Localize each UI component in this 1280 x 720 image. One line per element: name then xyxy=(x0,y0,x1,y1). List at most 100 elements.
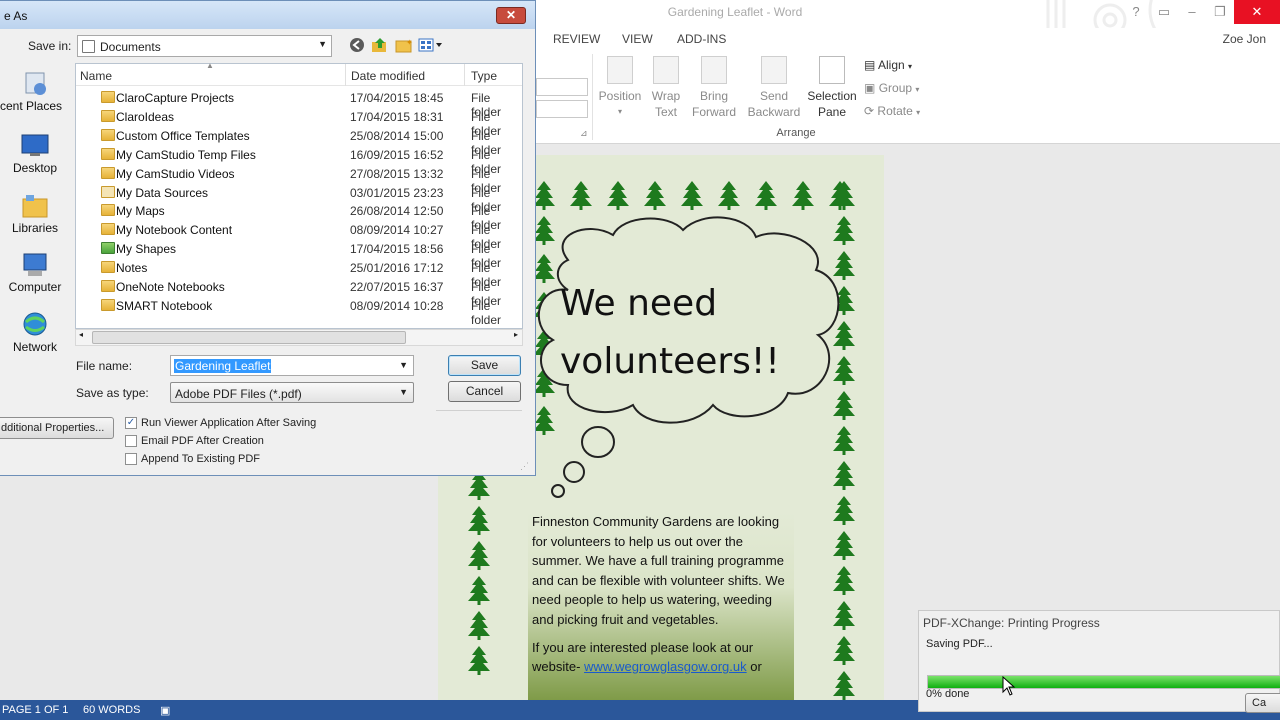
progress-bar xyxy=(927,675,1280,689)
tree-icon xyxy=(833,496,855,525)
save-in-dropdown[interactable]: Documents ▼ xyxy=(77,35,332,57)
scrollbar-thumb[interactable] xyxy=(92,331,406,344)
chevron-down-icon: ▾ xyxy=(915,85,920,94)
tab-review[interactable]: REVIEW xyxy=(553,32,600,46)
tree-icon xyxy=(644,181,666,210)
page-count[interactable]: PAGE 1 OF 1 xyxy=(2,704,68,716)
scroll-left-icon[interactable]: ◂ xyxy=(79,330,83,339)
file-row[interactable]: Notes 25/01/2016 17:12 File folder xyxy=(76,258,522,289)
up-folder-icon[interactable] xyxy=(371,37,389,53)
checkmark-icon[interactable]: ✓ xyxy=(125,417,137,429)
place-desktop[interactable]: Desktop xyxy=(0,133,70,175)
tab-add-ins[interactable]: ADD-INS xyxy=(677,32,726,46)
column-date-modified[interactable]: Date modified xyxy=(351,69,425,83)
align-label: Align xyxy=(878,58,905,72)
word-count[interactable]: 60 WORDS xyxy=(83,704,140,716)
horizontal-scrollbar[interactable]: ◂ ▸ xyxy=(75,329,523,346)
chevron-down-icon: ▼ xyxy=(399,387,408,397)
checkbox-box[interactable] xyxy=(125,453,137,465)
additional-properties-button[interactable]: dditional Properties... xyxy=(0,417,114,439)
file-date: 17/04/2015 18:31 xyxy=(350,109,444,124)
column-name[interactable]: Name xyxy=(80,69,112,83)
place-recent[interactable]: cent Places xyxy=(0,71,70,113)
selection-pane-label-1: Selection xyxy=(807,89,857,103)
close-icon[interactable]: ✕ xyxy=(1234,0,1280,24)
cancel-button[interactable]: Cancel xyxy=(448,381,521,402)
file-row[interactable]: My CamStudio Temp Files 16/09/2015 16:52 F… xyxy=(76,145,522,176)
size-dialog-launcher-icon[interactable]: ⊿ xyxy=(580,128,588,139)
rotate-button[interactable]: ⟳ Rotate ▾ xyxy=(864,104,920,118)
send-backward-button[interactable]: Send Backward xyxy=(742,56,806,120)
leaflet-body-textbox[interactable]: Finneston Community Gardens are looking … xyxy=(528,512,794,700)
file-name-input[interactable]: Gardening Leaflet ▼ xyxy=(170,355,414,376)
tree-icon xyxy=(833,601,855,630)
file-row[interactable]: My Shapes 17/04/2015 18:56 File folder xyxy=(76,239,522,270)
file-row[interactable]: My Data Sources 03/01/2015 23:23 File fold… xyxy=(76,183,522,214)
scroll-right-icon[interactable]: ▸ xyxy=(514,330,518,339)
height-spinner[interactable] xyxy=(536,78,588,96)
file-row[interactable]: My Notebook Content 08/09/2014 10:27 File … xyxy=(76,220,522,251)
back-icon[interactable] xyxy=(349,37,367,53)
tree-icon xyxy=(833,391,855,420)
restore-icon[interactable]: ❐ xyxy=(1206,0,1234,24)
group-icon: ▣ xyxy=(864,81,876,95)
folder-icon xyxy=(101,91,115,103)
user-name[interactable]: Zoe Jon xyxy=(1223,32,1266,46)
wrap-text-button[interactable]: Wrap Text xyxy=(646,56,686,120)
dialog-close-button[interactable]: ✕ xyxy=(496,7,526,24)
new-folder-icon[interactable]: ✦ xyxy=(395,37,413,53)
file-row[interactable]: ClaroCapture Projects 17/04/2015 18:45 Fil… xyxy=(76,88,522,119)
wrap-text-icon xyxy=(653,56,679,84)
help-icon[interactable]: ? xyxy=(1122,0,1150,24)
selection-pane-button[interactable]: Selection Pane xyxy=(806,56,858,120)
shapes-folder-icon xyxy=(101,242,115,255)
file-name: My CamStudio Videos xyxy=(116,166,235,181)
file-row[interactable]: My CamStudio Videos 27/08/2015 13:32 File … xyxy=(76,164,522,195)
width-spinner[interactable] xyxy=(536,100,588,118)
place-label: Desktop xyxy=(12,161,58,175)
checkbox-box[interactable] xyxy=(125,435,137,447)
recent-places-icon xyxy=(20,71,50,97)
column-type[interactable]: Type xyxy=(471,69,497,83)
dialog-title: e As xyxy=(4,9,28,23)
chevron-down-icon[interactable]: ▼ xyxy=(399,360,408,370)
file-row[interactable]: SMART Notebook 08/09/2014 10:28 File folde… xyxy=(76,296,522,327)
file-row[interactable]: OneNote Notebooks 22/07/2015 16:37 File fo… xyxy=(76,277,522,308)
file-list[interactable]: Name ▲ Date modified Type ClaroCapture P… xyxy=(75,61,523,329)
file-row[interactable]: ClaroIdeas 17/04/2015 18:31 File folder xyxy=(76,107,522,138)
align-button[interactable]: ▤ Align ▾ xyxy=(864,58,912,72)
progress-cancel-button[interactable]: Ca xyxy=(1245,693,1280,713)
mouse-cursor-icon xyxy=(1002,676,1016,696)
save-as-type-select[interactable]: Adobe PDF Files (*.pdf) ▼ xyxy=(170,382,414,403)
file-name: My CamStudio Temp Files xyxy=(116,147,256,162)
place-network[interactable]: Network xyxy=(0,312,70,354)
bring-forward-label-1: Bring xyxy=(699,89,728,103)
tree-icon xyxy=(792,181,814,210)
place-libraries[interactable]: Libraries xyxy=(0,193,70,235)
file-date: 16/09/2015 16:52 xyxy=(350,147,444,162)
file-date: 08/09/2014 10:27 xyxy=(350,223,444,238)
tree-icon xyxy=(833,426,855,455)
minimize-icon[interactable]: – xyxy=(1178,0,1206,24)
ribbon-display-icon[interactable]: ▭ xyxy=(1150,0,1178,24)
file-name: ClaroCapture Projects xyxy=(116,91,235,105)
file-row[interactable]: My Maps 26/08/2014 12:50 File folder xyxy=(76,201,522,232)
send-backward-label-2: Backward xyxy=(747,105,801,119)
column-divider[interactable] xyxy=(345,64,346,86)
save-button[interactable]: Save xyxy=(448,355,521,376)
resize-grip-icon[interactable]: ⋰ xyxy=(520,461,529,472)
proofing-icon[interactable]: ▣ xyxy=(160,704,170,717)
tree-icon xyxy=(833,671,855,700)
website-link[interactable]: www.wegrowglasgow.org.uk xyxy=(584,659,747,674)
file-list-header: Name ▲ Date modified Type xyxy=(76,61,522,86)
view-menu-icon[interactable] xyxy=(418,37,444,53)
group-button[interactable]: ▣ Group ▾ xyxy=(864,81,919,95)
tree-icon xyxy=(833,461,855,490)
bring-forward-button[interactable]: Bring Forward xyxy=(686,56,742,120)
place-computer[interactable]: Computer xyxy=(0,252,70,294)
tab-view[interactable]: VIEW xyxy=(622,32,653,46)
column-divider[interactable] xyxy=(464,64,465,86)
desktop-icon xyxy=(20,133,50,159)
file-row[interactable]: Custom Office Templates 25/08/2014 15:00 F… xyxy=(76,126,522,157)
position-button[interactable]: Position ▾ xyxy=(598,56,642,120)
